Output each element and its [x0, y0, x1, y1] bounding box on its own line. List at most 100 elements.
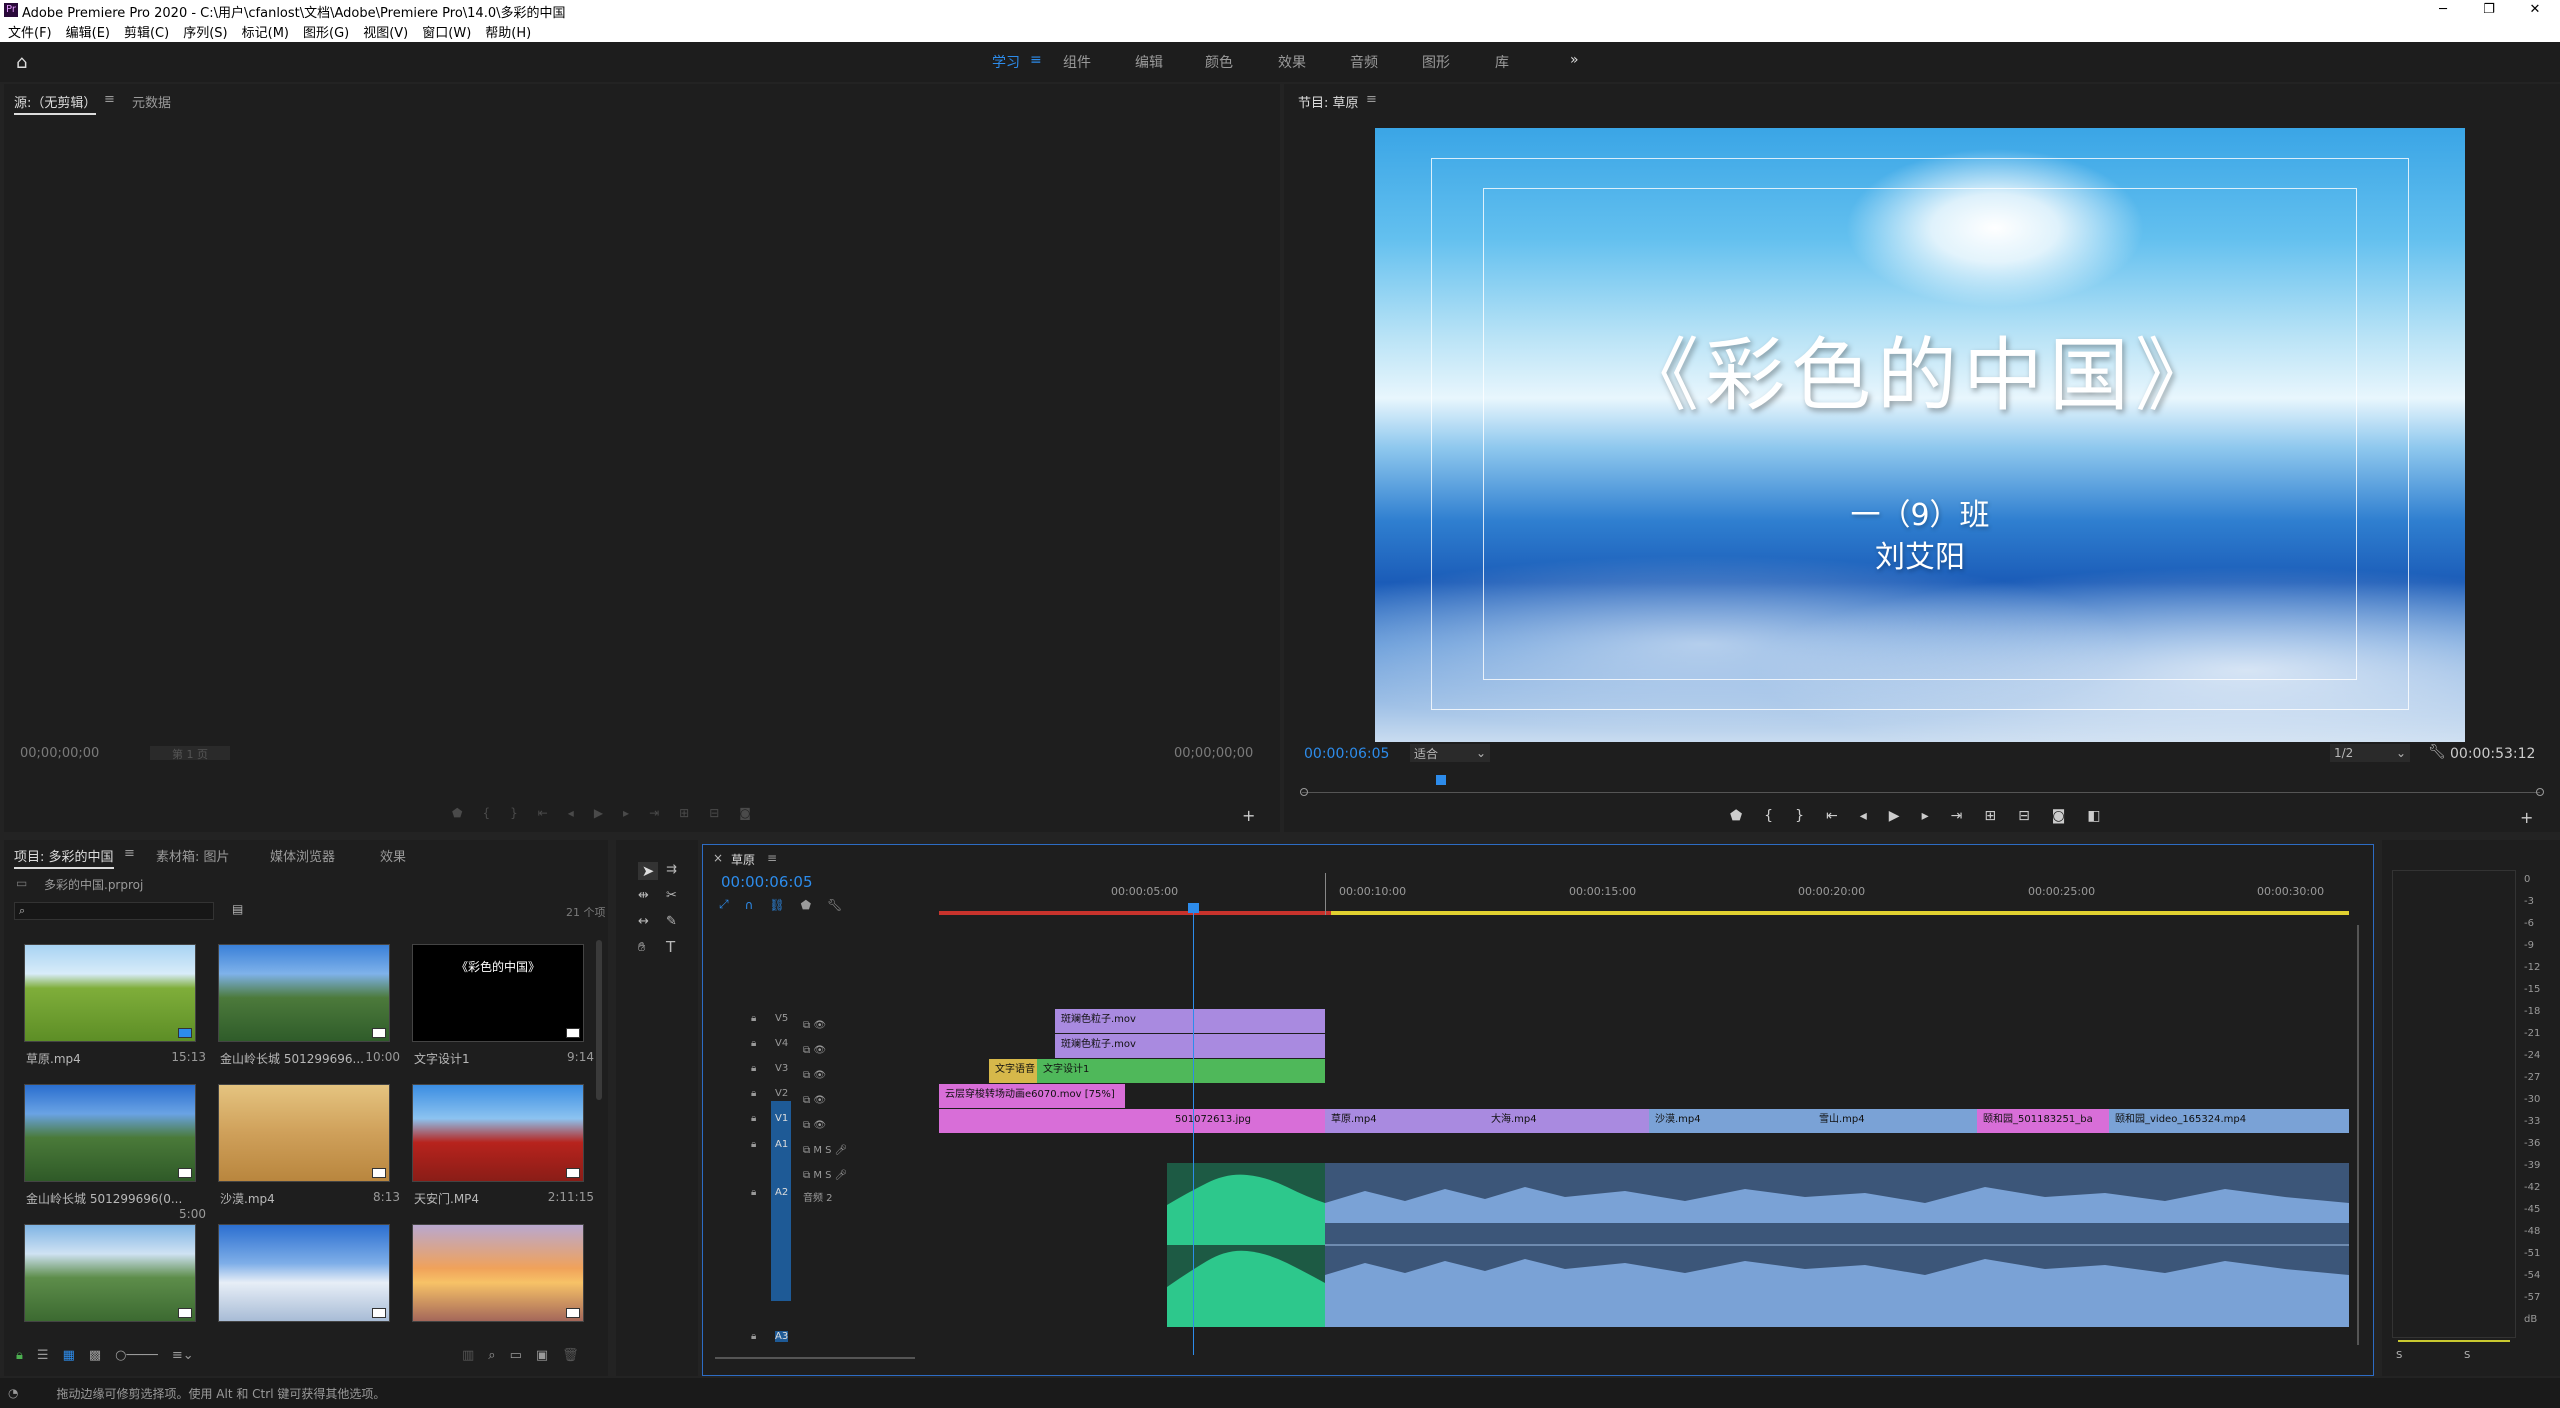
- tab-media-browser[interactable]: 媒体浏览器: [270, 846, 335, 865]
- play-icon[interactable]: ▶: [594, 806, 603, 820]
- extract-icon[interactable]: ⊟: [2018, 808, 2030, 824]
- thumbnail-city[interactable]: [24, 1224, 196, 1322]
- add-marker-icon[interactable]: ⬟: [801, 898, 811, 912]
- list-view-icon[interactable]: ☰: [37, 1348, 49, 1363]
- export-frame-icon[interactable]: ◙: [739, 806, 751, 820]
- maximize-button[interactable]: ❐: [2466, 0, 2512, 20]
- clip-v1-snow[interactable]: 雪山.mp4: [1813, 1109, 1977, 1133]
- panel-menu-icon[interactable]: ≡: [104, 92, 115, 107]
- program-video-frame[interactable]: 《彩色的中国》 一（9）班 刘艾阳: [1375, 128, 2465, 742]
- workspace-menu-icon[interactable]: ≡: [1030, 52, 1042, 68]
- close-button[interactable]: ✕: [2512, 0, 2558, 20]
- workspace-audio[interactable]: 音频: [1350, 52, 1378, 72]
- track-label-v2[interactable]: V2: [775, 1088, 788, 1099]
- tab-source[interactable]: 源:（无剪辑）: [14, 92, 97, 115]
- workspace-color[interactable]: 颜色: [1205, 52, 1233, 72]
- automate-to-sequence-icon[interactable]: ▥: [462, 1348, 474, 1363]
- clip-v4[interactable]: 斑斓色粒子.mov: [1055, 1034, 1325, 1058]
- thumbnail-snow-mountain[interactable]: [218, 1224, 390, 1322]
- timeline-horizontal-scrollbar[interactable]: [715, 1357, 915, 1359]
- timeline-vertical-scrollbar[interactable]: [2357, 925, 2359, 1345]
- project-scrollbar[interactable]: [596, 940, 602, 1100]
- add-button-icon[interactable]: +: [1242, 806, 1255, 825]
- menu-help[interactable]: 帮助(H): [485, 22, 531, 41]
- menu-marker[interactable]: 标记(M): [242, 22, 289, 41]
- track-label-a2[interactable]: A2: [775, 1187, 788, 1198]
- lock-icon[interactable]: 🔒︎: [751, 1088, 756, 1099]
- source-page-select[interactable]: 第 1 页: [150, 746, 230, 761]
- marker-icon[interactable]: ⬟: [1730, 808, 1742, 824]
- lift-icon[interactable]: ⊞: [1984, 808, 1996, 824]
- minimize-button[interactable]: ─: [2420, 0, 2466, 20]
- clip-v1-image[interactable]: 501072613.jpg: [1129, 1109, 1325, 1133]
- lock-icon[interactable]: 🔒︎: [751, 1187, 756, 1198]
- go-to-in-icon[interactable]: ⇤: [538, 806, 548, 820]
- clip-v1-desert[interactable]: 沙漠.mp4: [1649, 1109, 1813, 1133]
- insert-icon[interactable]: ⊞: [679, 806, 689, 820]
- selection-tool-icon[interactable]: ➤: [638, 862, 658, 880]
- mark-out-icon[interactable]: }: [510, 806, 518, 820]
- workspace-libraries[interactable]: 库: [1495, 52, 1509, 72]
- menu-window[interactable]: 窗口(W): [422, 22, 471, 41]
- track-label-v3[interactable]: V3: [775, 1063, 788, 1074]
- tab-sequence[interactable]: 草原: [731, 851, 755, 868]
- find-icon[interactable]: ⌕: [488, 1348, 495, 1363]
- thumbnail-grassland[interactable]: [24, 944, 196, 1042]
- lock-icon[interactable]: 🔒︎: [751, 1113, 756, 1124]
- meter-solo-right[interactable]: S: [2464, 1350, 2470, 1361]
- menu-view[interactable]: 视图(V): [363, 22, 408, 41]
- nest-icon[interactable]: ⤢: [719, 897, 729, 912]
- workspace-graphics[interactable]: 图形: [1422, 52, 1450, 72]
- close-tab-icon[interactable]: ×: [713, 851, 723, 865]
- program-playhead-marker[interactable]: [1436, 775, 1446, 785]
- pen-tool-icon[interactable]: ✎: [666, 914, 677, 929]
- menu-graphics[interactable]: 图形(G): [303, 22, 349, 41]
- clip-v5[interactable]: 斑斓色粒子.mov: [1055, 1009, 1325, 1033]
- clip-v2[interactable]: 云层穿梭转场动画e6070.mov [75%]: [939, 1084, 1125, 1108]
- step-forward-icon[interactable]: ▸: [623, 806, 629, 820]
- lock-icon[interactable]: 🔒︎: [16, 1348, 23, 1363]
- menu-file[interactable]: 文件(F): [8, 22, 52, 41]
- tab-metadata[interactable]: 元数据: [132, 92, 171, 111]
- slip-tool-icon[interactable]: ↔: [638, 914, 649, 929]
- thumbnail-desert[interactable]: [218, 1084, 390, 1182]
- program-scrubber-bar[interactable]: [1302, 792, 2540, 793]
- tab-effects[interactable]: 效果: [380, 846, 406, 865]
- zoom-slider-icon[interactable]: ○────: [115, 1348, 158, 1363]
- lock-icon[interactable]: 🔒︎: [751, 1063, 756, 1074]
- clip-v1-grassland[interactable]: 草原.mp4: [1325, 1109, 1485, 1133]
- timeline-timecode[interactable]: 00:00:06:05: [721, 873, 813, 891]
- audio-clip-a2-green[interactable]: [1167, 1163, 1325, 1327]
- track-toggle-icons[interactable]: ⧉ 👁︎ ⧉ 👁︎ ⧉ 👁︎ ⧉ 👁︎ ⧉ 👁︎ ⧉ M S 🎤︎ ⧉ M S 🎤︎: [803, 1013, 847, 1188]
- trash-icon[interactable]: 🗑︎: [562, 1348, 579, 1363]
- tab-program[interactable]: 节目: 草原: [1298, 92, 1359, 111]
- work-area-bar-yellow[interactable]: [1331, 911, 2349, 915]
- type-tool-icon[interactable]: T: [666, 938, 675, 956]
- track-select-tool-icon[interactable]: ⇉: [666, 862, 677, 877]
- track-label-v4[interactable]: V4: [775, 1038, 788, 1049]
- mark-in-icon[interactable]: {: [1764, 808, 1773, 824]
- thumbnail-great-wall-2[interactable]: [24, 1084, 196, 1182]
- menu-clip[interactable]: 剪辑(C): [124, 22, 169, 41]
- menu-sequence[interactable]: 序列(S): [183, 22, 227, 41]
- playback-resolution-select[interactable]: 1/2 ⌄: [2330, 744, 2410, 762]
- sort-icon[interactable]: ≡⌄: [172, 1348, 194, 1363]
- mark-out-icon[interactable]: }: [1795, 808, 1804, 824]
- lock-icon[interactable]: 🔒︎: [751, 1038, 756, 1049]
- overwrite-icon[interactable]: ⊟: [709, 806, 719, 820]
- panel-menu-icon[interactable]: ≡: [124, 846, 135, 861]
- linked-selection-icon[interactable]: ⛓︎: [769, 898, 784, 912]
- program-playhead-timecode[interactable]: 00:00:06:05: [1304, 746, 1389, 762]
- go-to-out-icon[interactable]: ⇥: [1951, 808, 1963, 824]
- ripple-edit-tool-icon[interactable]: ⇹: [638, 888, 649, 903]
- audio-clip-a2-blue[interactable]: [1325, 1163, 2349, 1327]
- new-bin-from-search-icon[interactable]: ▤: [232, 902, 243, 916]
- comparison-view-icon[interactable]: ◧: [2087, 808, 2100, 824]
- step-forward-icon[interactable]: ▸: [1922, 808, 1929, 824]
- tab-project[interactable]: 项目: 多彩的中国: [14, 846, 114, 869]
- track-label-v1[interactable]: V1: [775, 1113, 788, 1124]
- lock-icon[interactable]: 🔒︎: [751, 1139, 756, 1150]
- clip-v3-voice[interactable]: 文字语音: [989, 1059, 1037, 1083]
- clip-v1-summer-palace-2[interactable]: 颐和园_video_165324.mp4: [2109, 1109, 2349, 1133]
- workspace-assembly[interactable]: 组件: [1063, 52, 1091, 72]
